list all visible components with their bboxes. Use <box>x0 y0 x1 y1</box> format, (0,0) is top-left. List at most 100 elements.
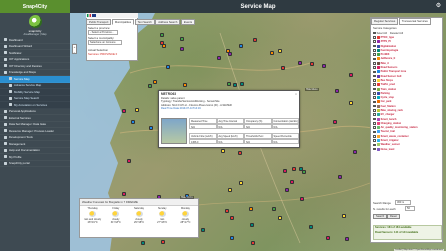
deselect-all-link[interactable]: Deselect All <box>390 32 403 35</box>
checkbox[interactable] <box>373 61 376 65</box>
map-marker[interactable] <box>225 209 230 214</box>
avatar[interactable] <box>28 14 42 28</box>
map-marker[interactable] <box>308 225 313 230</box>
map-marker[interactable] <box>326 236 330 241</box>
map-marker[interactable] <box>228 188 233 193</box>
checkbox[interactable] <box>373 36 376 39</box>
checkbox[interactable] <box>373 92 376 95</box>
popup-realtime-link[interactable]: Real Time Data 2019-07-11T14:19 <box>159 107 299 110</box>
checkbox[interactable] <box>373 96 376 99</box>
map-marker[interactable] <box>232 82 237 87</box>
map-marker[interactable] <box>160 239 165 244</box>
checkbox[interactable] <box>373 104 376 108</box>
map-marker[interactable] <box>342 213 347 218</box>
checkbox[interactable] <box>373 79 376 82</box>
tab-municipalities[interactable]: Municipalities <box>111 19 135 25</box>
map-marker[interactable] <box>152 80 157 84</box>
map-marker[interactable] <box>277 49 282 54</box>
checkbox[interactable] <box>373 40 376 44</box>
map-marker[interactable] <box>349 72 354 77</box>
map-marker[interactable] <box>249 223 254 228</box>
map-marker[interactable] <box>141 241 146 246</box>
checkbox[interactable] <box>373 49 376 52</box>
checkbox[interactable] <box>373 100 376 104</box>
map-marker[interactable] <box>226 81 231 86</box>
tab-regular-services[interactable]: Regular Services <box>371 18 399 25</box>
map-marker[interactable] <box>239 82 244 87</box>
map-marker[interactable] <box>353 149 358 154</box>
map-marker[interactable] <box>239 180 244 185</box>
tab-text-search[interactable]: Text Search <box>134 19 155 25</box>
search-range-select[interactable]: 300 m <box>395 200 411 205</box>
checkbox[interactable] <box>373 87 376 91</box>
map-marker[interactable] <box>135 107 140 112</box>
map-marker[interactable] <box>238 43 243 48</box>
map-marker[interactable] <box>300 197 305 202</box>
map-marker[interactable] <box>179 47 184 52</box>
map-marker[interactable] <box>127 159 132 164</box>
checkbox[interactable] <box>373 44 376 48</box>
map-marker[interactable] <box>278 215 283 220</box>
map-marker[interactable] <box>179 37 184 42</box>
sidebar-item[interactable]: Snap4City portal <box>0 161 70 167</box>
map-marker[interactable] <box>225 48 230 53</box>
checkbox[interactable] <box>373 130 376 134</box>
reset-button[interactable]: Reset <box>387 214 400 219</box>
map-marker[interactable] <box>335 88 340 93</box>
map-marker[interactable] <box>292 167 297 172</box>
map-marker[interactable] <box>298 60 303 65</box>
map-marker[interactable] <box>229 216 234 221</box>
map-marker[interactable] <box>250 240 255 245</box>
checkbox[interactable] <box>373 126 376 129</box>
map-marker[interactable] <box>122 191 127 196</box>
map-marker[interactable] <box>253 38 258 43</box>
italian-flag-icon[interactable] <box>87 14 91 17</box>
map-marker[interactable] <box>237 150 242 155</box>
checkbox[interactable] <box>373 57 376 61</box>
tab-public-transport[interactable]: Public Transport <box>86 19 112 25</box>
map-marker[interactable] <box>281 66 286 71</box>
map-marker[interactable] <box>322 63 327 68</box>
checkbox[interactable] <box>373 122 376 125</box>
map-marker[interactable] <box>131 119 136 124</box>
brand-logo[interactable]: Snap4City <box>0 0 70 13</box>
hide-menu-button[interactable]: Hide Menu <box>305 88 319 91</box>
map-marker[interactable] <box>201 228 206 233</box>
map-marker[interactable] <box>332 120 337 125</box>
checkbox[interactable] <box>373 134 376 138</box>
map-marker[interactable] <box>147 84 152 89</box>
checkbox[interactable] <box>373 70 376 74</box>
map-marker[interactable] <box>345 236 350 241</box>
checkbox[interactable] <box>373 117 376 121</box>
tab-address-search[interactable]: Address Search <box>155 19 181 25</box>
province-select[interactable]: - Select a Province - <box>88 30 118 35</box>
checkbox[interactable] <box>373 143 376 147</box>
map-marker[interactable] <box>230 236 235 241</box>
english-flag-icon[interactable] <box>92 14 96 17</box>
map-marker[interactable] <box>220 148 225 153</box>
gear-icon[interactable]: ⚙ <box>435 3 442 10</box>
map-marker[interactable] <box>160 40 165 45</box>
tab-transversal-services[interactable]: Transversal Services <box>398 18 431 25</box>
map-marker[interactable] <box>284 187 289 192</box>
checkbox[interactable] <box>373 139 376 142</box>
checkbox[interactable] <box>373 109 376 112</box>
weather-hide-button[interactable]: Hide Menu <box>180 196 194 199</box>
map-marker[interactable] <box>289 179 294 184</box>
map-marker[interactable] <box>183 82 188 87</box>
tab-events[interactable]: Events <box>180 19 196 25</box>
zoom-out-button[interactable]: − <box>73 50 76 55</box>
map-marker[interactable] <box>269 51 274 56</box>
map-marker[interactable] <box>309 61 314 66</box>
zoom-control[interactable]: + − <box>72 44 77 54</box>
category-item[interactable]: Noise_level <box>371 147 442 151</box>
search-button[interactable]: Search <box>373 214 388 219</box>
map-marker[interactable] <box>159 33 164 38</box>
checkbox[interactable] <box>373 74 376 78</box>
map-marker[interactable] <box>148 126 153 131</box>
map-marker[interactable] <box>349 101 354 106</box>
checkbox[interactable] <box>373 83 376 86</box>
municipality-select[interactable]: Selezione un Comune <box>88 40 122 45</box>
close-icon[interactable]: × <box>294 92 298 96</box>
checkbox[interactable] <box>373 66 376 69</box>
